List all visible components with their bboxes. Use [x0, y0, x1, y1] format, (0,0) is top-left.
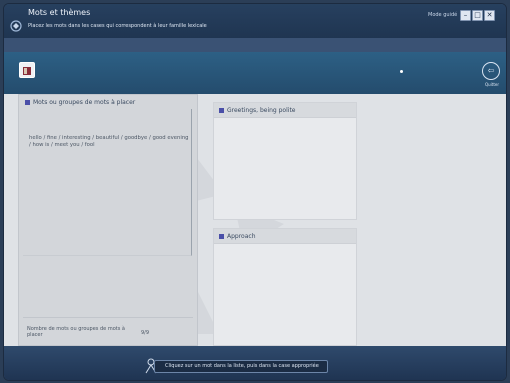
- minimize-button[interactable]: –: [460, 10, 471, 21]
- exit-button[interactable]: ⇦: [482, 62, 500, 80]
- exit-label: Quitter: [485, 82, 500, 87]
- main-content: Mots ou groupes de mots à placer hello /…: [4, 94, 506, 346]
- close-button[interactable]: ✕: [484, 10, 495, 21]
- words-list[interactable]: hello / fine / interesting / beautiful /…: [29, 135, 189, 149]
- words-list-area[interactable]: hello / fine / interesting / beautiful /…: [23, 109, 192, 256]
- family-header: Approach: [214, 229, 356, 244]
- family-title-text: Approach: [227, 233, 256, 240]
- mode-label: Mode guidé: [428, 12, 458, 18]
- words-panel-header: Mots ou groupes de mots à placer: [25, 99, 135, 106]
- maximize-button[interactable]: □: [472, 10, 483, 21]
- window-title: Mots et thèmes: [28, 8, 91, 17]
- application-window: Mots et thèmes Placez les mots dans les …: [3, 3, 507, 381]
- header-separator: [4, 38, 506, 52]
- book-icon: [23, 67, 31, 75]
- title-bar: Mots et thèmes Placez les mots dans les …: [4, 4, 506, 38]
- family-title: Greetings, being polite: [219, 107, 295, 114]
- words-count-value: 9/9: [141, 330, 150, 336]
- toolbar: ⇦ Quitter: [4, 52, 506, 94]
- words-count-box: Nombre de mots ou groupes de mots à plac…: [23, 317, 193, 340]
- square-bullet-icon: [25, 100, 30, 105]
- words-to-place-panel: Mots ou groupes de mots à placer hello /…: [18, 94, 198, 346]
- words-count-label: Nombre de mots ou groupes de mots à plac…: [27, 326, 125, 338]
- family-box-greetings[interactable]: Greetings, being polite: [213, 102, 357, 220]
- feedback-box: Cliquez sur un mot dans la liste, puis d…: [154, 360, 328, 373]
- family-box-approach[interactable]: Approach: [213, 228, 357, 346]
- family-title-text: Greetings, being polite: [227, 107, 296, 114]
- words-panel-title: Mots ou groupes de mots à placer: [33, 99, 136, 106]
- book-button[interactable]: [19, 62, 35, 78]
- app-logo-icon: [10, 20, 22, 32]
- instruction-text: Placez les mots dans les cases qui corre…: [28, 23, 207, 29]
- feedback-text: Cliquez sur un mot dans la liste, puis d…: [165, 363, 319, 369]
- square-bullet-icon: [219, 108, 224, 113]
- star-icon: [400, 70, 403, 73]
- bottom-bar: Cliquez sur un mot dans la liste, puis d…: [4, 346, 506, 380]
- family-header: Greetings, being polite: [214, 103, 356, 118]
- square-bullet-icon: [219, 234, 224, 239]
- family-title: Approach: [219, 233, 256, 240]
